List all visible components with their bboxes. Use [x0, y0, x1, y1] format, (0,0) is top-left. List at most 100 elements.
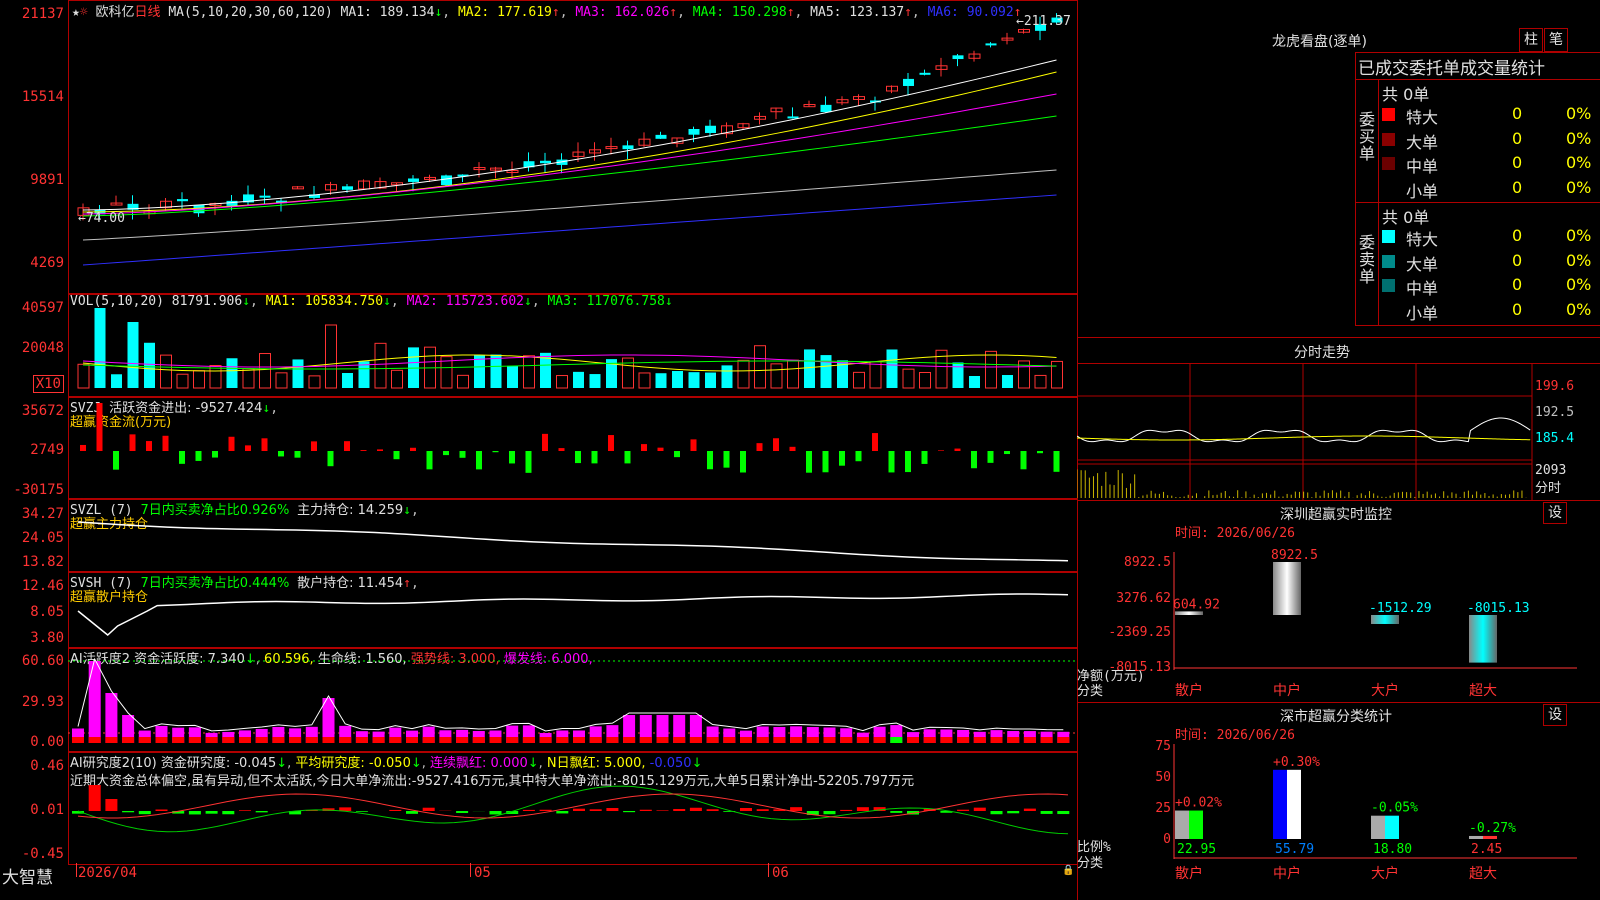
candle: [985, 43, 997, 46]
active-base: [155, 737, 168, 743]
research-bar: [973, 807, 986, 811]
bar-view-button[interactable]: 柱: [1519, 28, 1543, 52]
active-base: [573, 737, 585, 743]
stats-row: 特大 0 0%: [1380, 226, 1600, 249]
y-label: 13.82: [21, 554, 64, 570]
stats-row: 大单 0 0%: [1380, 128, 1600, 152]
volume-bar: [969, 375, 980, 388]
vol-unit: X10: [32, 375, 64, 393]
research-bar: [539, 809, 552, 811]
active-base: [923, 737, 936, 743]
svzl-chart-svg[interactable]: [68, 498, 1076, 571]
candle: [342, 186, 353, 190]
flow-bar: [971, 451, 977, 469]
stats-row: 小单 0 0%: [1380, 178, 1600, 201]
active-base: [355, 737, 368, 743]
flow-bar: [212, 451, 218, 458]
monitor-cls: 分类: [1077, 684, 1103, 699]
stats-pct: 0%: [1566, 226, 1592, 245]
stats-label: 中单: [1406, 279, 1439, 298]
ai-active-chart-svg[interactable]: [68, 647, 1076, 751]
active-base: [1023, 737, 1036, 743]
pen-view-button[interactable]: 笔: [1544, 28, 1568, 52]
research-bar: [222, 811, 235, 815]
research-bar: [456, 811, 469, 814]
stats-pct: 0%: [1566, 128, 1592, 148]
intraday-label: 185.4: [1535, 431, 1574, 446]
volume-bar: [176, 373, 189, 389]
x-axis: 大智慧 2026/04 05 06 🔒: [0, 863, 1076, 900]
monitor-title: 深圳超赢实时监控: [1280, 507, 1392, 523]
monitor-chart-svg[interactable]: 时间: 2026/06/26 8922.5 3276.62 -2369.25 -8015…: [1077, 522, 1600, 702]
volume-bar: [886, 349, 898, 388]
lock-icon[interactable]: 🔒: [1062, 865, 1074, 876]
active-base: [606, 737, 619, 743]
stats-row: 大单 0 0%: [1380, 251, 1600, 274]
active-bar: [105, 693, 118, 743]
flow-bar: [294, 451, 301, 458]
active-base: [339, 737, 352, 743]
x-label: 05: [474, 865, 491, 881]
intraday-chart-svg[interactable]: 199.6 192.5 185.4 2093 分时: [1077, 364, 1600, 500]
volume-bar: [573, 371, 584, 388]
research-bar: [1007, 811, 1020, 814]
monitor-settings-button[interactable]: 设: [1543, 502, 1567, 524]
monitor-y-label: 3276.62: [1116, 591, 1171, 606]
volume-bar: [705, 372, 716, 388]
volume-bar: [94, 308, 106, 388]
flow-bar: [96, 403, 103, 451]
flow-bar: [344, 441, 350, 451]
active-base: [172, 737, 185, 743]
flow-bar: [921, 451, 928, 464]
main-chart-svg[interactable]: [68, 0, 1076, 293]
active-base: [389, 737, 402, 743]
monitor-time: 时间: 2026/06/26: [1175, 526, 1295, 541]
stats-label: 小单: [1406, 181, 1439, 201]
active-base: [439, 737, 452, 743]
svzj-chart-svg[interactable]: [68, 396, 1076, 498]
stats2-chart-svg[interactable]: 时间: 2026/06/26 75 50 25 0 比例%分类 +0.02% 22.95 散户 +…: [1077, 724, 1600, 900]
flow-bar: [129, 434, 136, 451]
volume-bar: [325, 324, 337, 389]
buy-total: 共 0单: [1382, 85, 1430, 104]
volume-bar: [209, 364, 222, 389]
stats-pct: 0%: [1566, 299, 1592, 319]
buy-group-label: 委买单: [1359, 110, 1376, 163]
stats2-val: 2.45: [1471, 842, 1502, 857]
stats-label: 大单: [1406, 132, 1439, 152]
volume-bar: [374, 342, 387, 389]
vol-chart-svg[interactable]: [68, 293, 1076, 396]
stats2-val: 18.80: [1373, 842, 1412, 857]
volume-bar: [655, 373, 667, 388]
color-swatch: [1382, 108, 1395, 121]
volume-bar: [226, 358, 238, 388]
stats-count: 0: [1512, 128, 1523, 148]
candle: [177, 199, 188, 202]
active-base: [239, 737, 251, 743]
color-swatch: [1382, 132, 1395, 146]
monitor-cat: 中户: [1273, 682, 1301, 699]
ai-research-chart-svg[interactable]: [68, 751, 1076, 863]
svsh-chart-svg[interactable]: [68, 571, 1076, 647]
candle: [952, 55, 964, 60]
stats2-bar: [1469, 835, 1483, 839]
active-base: [673, 737, 686, 743]
stats2-settings-button[interactable]: 设: [1543, 704, 1567, 726]
active-base: [756, 737, 769, 743]
stats2-bar: [1175, 810, 1189, 839]
flow-bar: [1004, 451, 1010, 455]
active-base: [305, 737, 318, 743]
research-bar: [656, 810, 669, 811]
research-bar: [1023, 808, 1036, 811]
y-label: 35672: [21, 403, 64, 419]
research-bar: [573, 808, 585, 811]
volume-bar: [490, 354, 502, 388]
low-marker: ←74.00: [78, 211, 125, 226]
stats-count: 0: [1512, 275, 1523, 294]
volume-bar: [737, 359, 750, 389]
y-label: 21137: [21, 6, 64, 22]
intraday-label: 199.6: [1535, 379, 1574, 394]
stats-label: 特大: [1406, 108, 1439, 127]
sell-total: 共 0单: [1382, 208, 1430, 227]
active-base: [990, 737, 1003, 743]
